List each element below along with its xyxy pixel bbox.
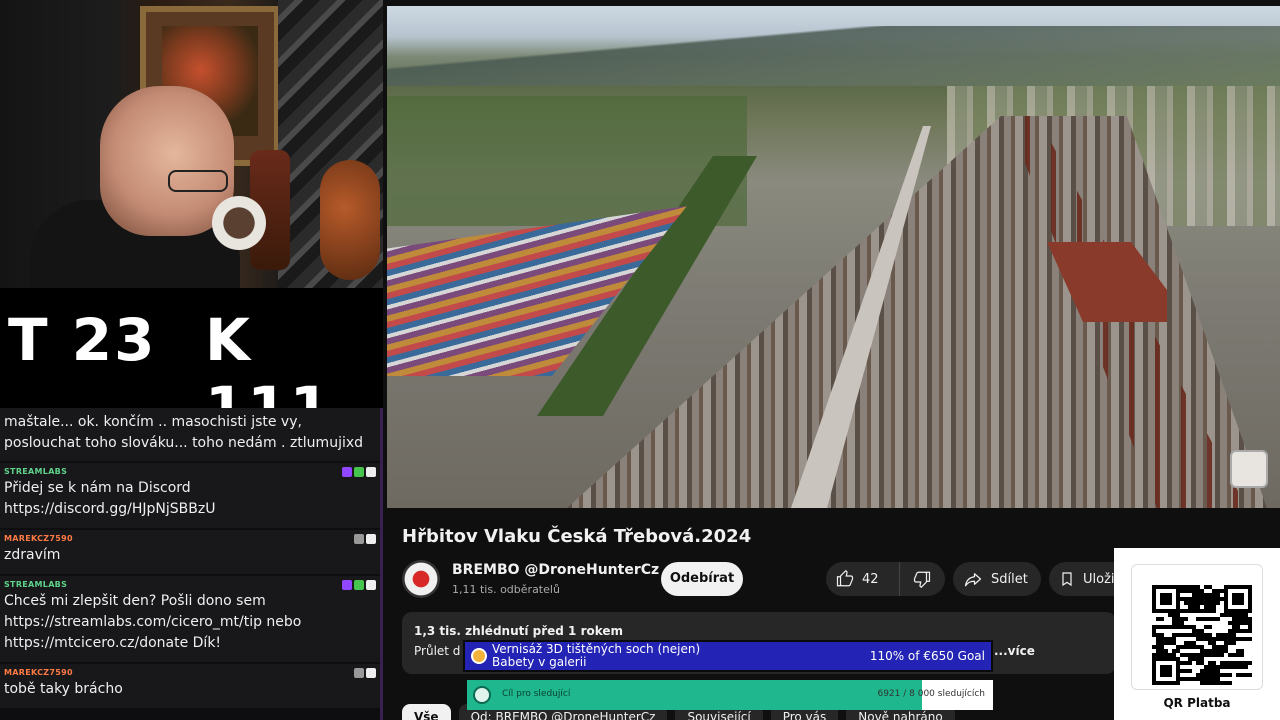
subscriber-count: 1,11 tis. odběratelů bbox=[452, 583, 560, 596]
webcam-feed bbox=[0, 0, 383, 288]
follower-icon bbox=[473, 686, 491, 704]
qr-payment-panel: QR Platba bbox=[1114, 548, 1280, 720]
clay-pot bbox=[320, 160, 380, 280]
like-dislike-group: 42 bbox=[826, 562, 945, 596]
view-count-date: 1,3 tis. zhlédnutí před 1 rokem bbox=[414, 624, 624, 638]
chat-message-text: Přidej se k nám na Discord https://disco… bbox=[4, 480, 216, 517]
share-button[interactable]: Sdílet bbox=[953, 562, 1041, 596]
chat-badges bbox=[342, 467, 376, 477]
bookmark-icon bbox=[1062, 572, 1072, 587]
follower-goal-label: Cíl pro sledující bbox=[502, 689, 571, 699]
badge-icon bbox=[342, 580, 352, 590]
description-text: Průlet d bbox=[414, 644, 461, 658]
follower-goal-count: 6921 / 8 000 sledujících bbox=[877, 689, 985, 699]
glasses bbox=[168, 170, 228, 192]
screen: T 23 K 111 maštale... ok. končím .. maso… bbox=[0, 0, 1280, 720]
follower-goal-widget: Cíl pro sledující 6921 / 8 000 sledující… bbox=[467, 680, 993, 710]
chat-message: maštale... ok. končím .. masochisti jste… bbox=[0, 408, 380, 461]
video-player[interactable] bbox=[387, 6, 1280, 508]
badge-icon bbox=[354, 534, 364, 544]
chat-username[interactable]: STREAMLABS bbox=[4, 467, 376, 478]
chat-message-text: Chceš mi zlepšit den? Pošli dono sem htt… bbox=[4, 593, 302, 651]
chat-badges bbox=[354, 668, 376, 678]
thumbs-up-icon bbox=[836, 570, 854, 587]
thumbs-down-icon bbox=[913, 571, 931, 588]
chat-username[interactable]: MAREKCZ7590 bbox=[4, 534, 376, 545]
chip-all[interactable]: Vše bbox=[402, 704, 451, 720]
badge-icon bbox=[354, 580, 364, 590]
chat-panel: maštale... ok. končím .. masochisti jste… bbox=[0, 408, 383, 720]
channel-avatar[interactable] bbox=[402, 560, 440, 598]
share-label: Sdílet bbox=[991, 571, 1028, 587]
chat-message-text: tobě taky brácho bbox=[4, 681, 123, 697]
video-title: Hřbitov Vlaku Česká Třebová.2024 bbox=[402, 526, 752, 547]
chat-badges bbox=[354, 534, 376, 544]
qr-box bbox=[1131, 564, 1263, 690]
badge-icon bbox=[366, 668, 376, 678]
goal-percent: 110% of €650 Goal bbox=[869, 649, 985, 663]
chat-message: STREAMLABS Chceš mi zlepšit den? Pošli d… bbox=[0, 576, 380, 662]
badge-icon bbox=[366, 534, 376, 544]
chat-username[interactable]: MAREKCZ7590 bbox=[4, 668, 376, 679]
qr-code-icon bbox=[1152, 585, 1252, 685]
channel-watermark-icon bbox=[1230, 450, 1268, 488]
badge-icon bbox=[366, 467, 376, 477]
channel-name[interactable]: BREMBO @DroneHunterCz bbox=[452, 562, 659, 578]
chat-message-text: maštale... ok. končím .. masochisti jste… bbox=[4, 414, 364, 451]
badge-icon bbox=[342, 467, 352, 477]
counter-panel: T 23 K 111 bbox=[0, 288, 383, 442]
goal-title: Vernisáž 3D tištěných soch (nejen) Babet… bbox=[492, 643, 700, 669]
chat-divider bbox=[380, 408, 383, 720]
donation-goal-widget: Vernisáž 3D tištěných soch (nejen) Babet… bbox=[463, 640, 993, 672]
chat-message: MAREKCZ7590 tobě taky brácho bbox=[0, 664, 380, 708]
qr-label: QR Platba bbox=[1163, 696, 1231, 710]
badge-icon bbox=[366, 580, 376, 590]
chat-username[interactable]: STREAMLABS bbox=[4, 580, 376, 591]
goal-icon bbox=[471, 648, 487, 664]
chat-badges bbox=[342, 580, 376, 590]
mug bbox=[212, 196, 266, 250]
chat-message: MAREKCZ7590 zdravím bbox=[0, 530, 380, 574]
share-icon bbox=[964, 573, 982, 587]
badge-icon bbox=[354, 467, 364, 477]
counter-t: T 23 bbox=[8, 306, 157, 374]
chat-message: STREAMLABS Přidej se k nám na Discord ht… bbox=[0, 463, 380, 528]
dislike-button[interactable] bbox=[900, 562, 944, 596]
show-more-link[interactable]: ...více bbox=[994, 644, 1035, 658]
like-button[interactable]: 42 bbox=[826, 562, 900, 596]
badge-icon bbox=[354, 668, 364, 678]
subscribe-button[interactable]: Odebírat bbox=[661, 562, 743, 596]
goal-title-line2: Babety v galerii bbox=[492, 655, 587, 669]
like-count: 42 bbox=[862, 571, 879, 587]
video-hills bbox=[387, 26, 1280, 86]
chat-message-text: zdravím bbox=[4, 547, 61, 563]
